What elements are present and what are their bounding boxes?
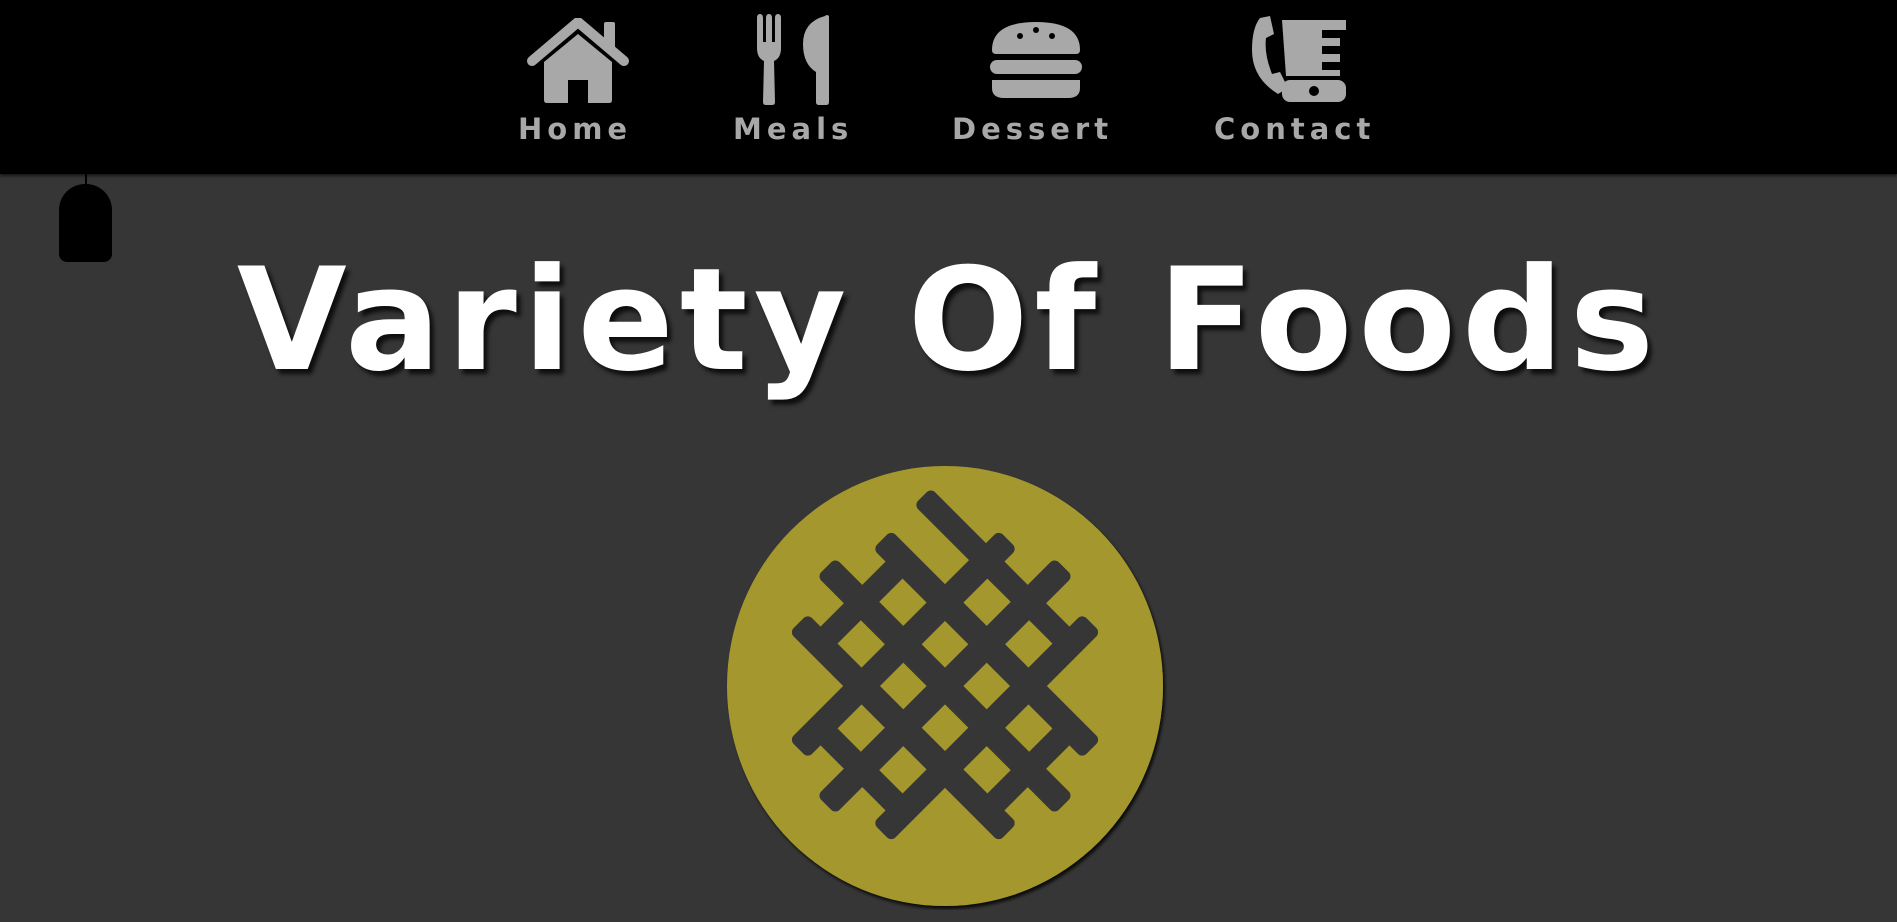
nav-item-meals[interactable]: Meals [731, 0, 851, 174]
phone-icon [1252, 16, 1346, 102]
page-title: Variety Of Foods [236, 238, 1661, 403]
nav-item-contact[interactable]: Contact [1214, 0, 1374, 174]
nav-item-dessert[interactable]: Dessert [952, 0, 1112, 174]
home-icon [527, 18, 629, 103]
nav-label-meals: Meals [733, 112, 854, 146]
nav-label-contact: Contact [1214, 112, 1376, 146]
waffle-icon [727, 466, 1163, 906]
burger-icon [990, 22, 1082, 98]
nav-label-home: Home [518, 112, 633, 146]
nav-label-dessert: Dessert [952, 112, 1114, 146]
top-navbar: Home Meals Dessert Contact [0, 0, 1897, 174]
fork-knife-icon [757, 14, 829, 105]
nav-item-home[interactable]: Home [518, 0, 630, 174]
